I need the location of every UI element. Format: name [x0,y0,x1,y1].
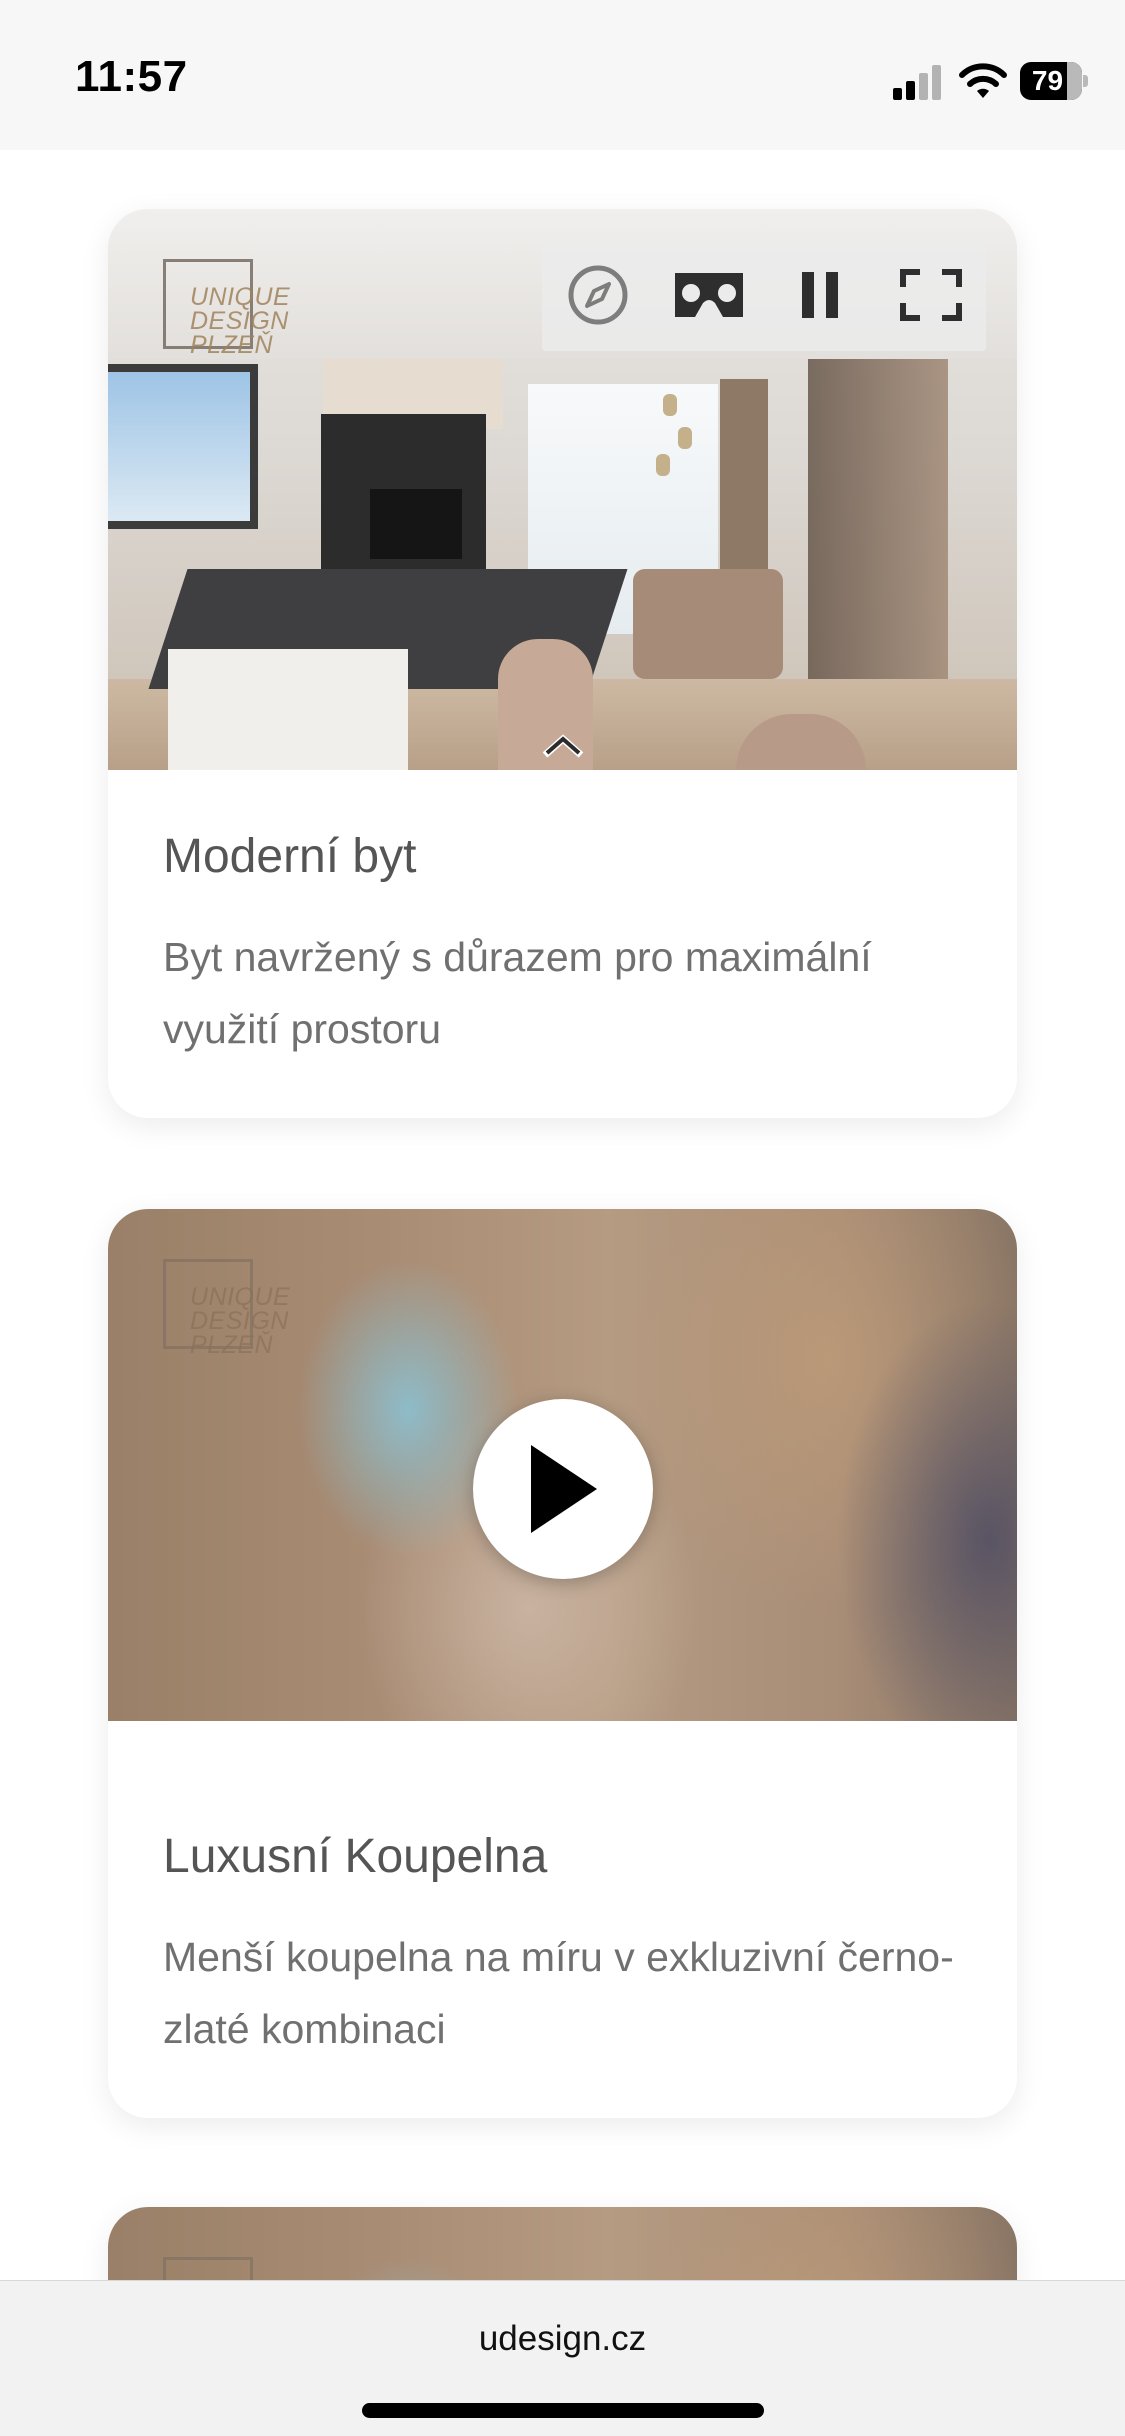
pause-button[interactable] [764,239,875,351]
chevron-up-icon[interactable] [539,729,587,761]
project-card[interactable]: UNIQUE DESIGN PLZEŇ Luxusní Koupelna Men… [108,1209,1017,2118]
card-description: Menší koupelna na míru v exkluzivní čern… [163,1934,954,2052]
video-preview[interactable]: UNIQUE DESIGN PLZEŇ [108,1209,1017,1721]
cellular-signal-icon [893,64,943,100]
brand-logo: UNIQUE DESIGN PLZEŇ [163,259,373,358]
brand-logo: UNIQUE DESIGN PLZEŇ [163,1259,373,1358]
play-button[interactable] [473,1399,653,1579]
fullscreen-icon [899,269,962,321]
wifi-icon [958,60,1008,100]
status-bar: 11:57 79 [0,0,1125,150]
play-icon [531,1445,597,1533]
battery-percent: 79 [1031,65,1064,96]
card-description: Byt navržený s důrazem pro maximální vyu… [163,934,872,1052]
status-time: 11:57 [75,52,188,101]
home-indicator[interactable] [362,2403,764,2418]
vr-headset-icon [674,273,743,317]
battery-icon: 79 [1020,62,1088,100]
card-title: Luxusní Koupelna [163,1830,548,1883]
compass-button[interactable] [542,239,653,351]
vr-mode-button[interactable] [653,239,764,351]
pause-icon [801,272,838,318]
browser-bottom-bar: udesign.cz [0,2280,1125,2436]
compass-icon [568,265,627,325]
viewer-controls [542,239,986,351]
panorama-viewer[interactable]: UNIQUE DESIGN PLZEŇ [108,209,1017,770]
fullscreen-button[interactable] [875,239,986,351]
card-title: Moderní byt [163,830,417,883]
logo-text: UNIQUE DESIGN PLZEŇ [190,1283,291,1359]
project-card[interactable]: UNIQUE DESIGN PLZEŇ Moderní byt Byt navr… [108,209,1017,1118]
logo-text: UNIQUE DESIGN PLZEŇ [190,283,291,359]
url-address[interactable]: udesign.cz [0,2319,1125,2359]
